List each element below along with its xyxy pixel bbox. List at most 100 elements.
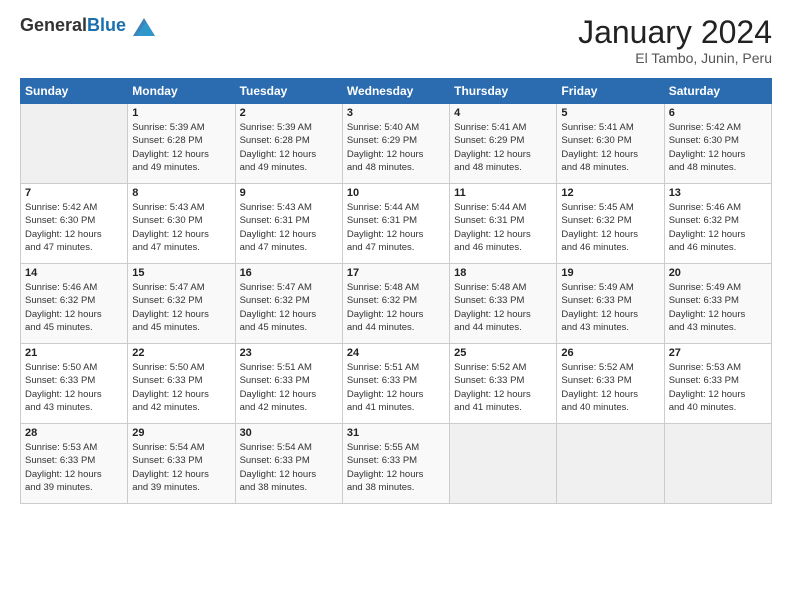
day-cell: 17Sunrise: 5:48 AM Sunset: 6:32 PM Dayli… [342,264,449,344]
day-number: 28 [25,427,123,439]
day-number: 5 [561,107,659,119]
day-info: Sunrise: 5:51 AM Sunset: 6:33 PM Dayligh… [347,361,445,414]
day-number: 11 [454,187,552,199]
week-row-4: 21 Sunrise: 5:50 AM Sunset: 6:33 PM Dayli… [21,344,772,424]
day-info: Sunrise: 5:40 AM Sunset: 6:29 PM Dayligh… [347,121,445,174]
header-row: Sunday Monday Tuesday Wednesday Thursday… [21,79,772,104]
day-number: 23 [240,347,338,359]
day-number: 27 [669,347,767,359]
day-info: Sunrise: 5:44 AM Sunset: 6:31 PM Dayligh… [454,201,552,254]
day-cell: 11 Sunrise: 5:44 AM Sunset: 6:31 PM Dayli… [450,184,557,264]
day-number: 3 [347,107,445,119]
day-number: 22 [132,347,230,359]
week-row-5: 28 Sunrise: 5:53 AM Sunset: 6:33 PM Dayli… [21,424,772,504]
day-info: Sunrise: 5:42 AM Sunset: 6:30 PM Dayligh… [669,121,767,174]
day-info: Sunrise: 5:44 AM Sunset: 6:31 PM Dayligh… [347,201,445,254]
day-cell: 22 Sunrise: 5:50 AM Sunset: 6:33 PM Dayli… [128,344,235,424]
day-cell: 31 Sunrise: 5:55 AM Sunset: 6:33 PM Dayli… [342,424,449,504]
day-cell: 2 Sunrise: 5:39 AM Sunset: 6:28 PM Daylig… [235,104,342,184]
day-info: Sunrise: 5:48 AM Sunset: 6:33 PM Dayligh… [454,281,552,334]
day-cell [664,424,771,504]
day-number: 6 [669,107,767,119]
col-monday: Monday [128,79,235,104]
day-info: Sunrise: 5:49 AM Sunset: 6:33 PM Dayligh… [561,281,659,334]
day-cell [557,424,664,504]
day-number: 13 [669,187,767,199]
day-info: Sunrise: 5:49 AM Sunset: 6:33 PM Dayligh… [669,281,767,334]
day-number: 31 [347,427,445,439]
day-info: Sunrise: 5:43 AM Sunset: 6:31 PM Dayligh… [240,201,338,254]
col-saturday: Saturday [664,79,771,104]
day-cell: 26Sunrise: 5:52 AM Sunset: 6:33 PM Dayli… [557,344,664,424]
day-number: 9 [240,187,338,199]
day-number: 21 [25,347,123,359]
logo-general: General [20,15,87,35]
day-number: 2 [240,107,338,119]
day-cell: 13 Sunrise: 5:46 AM Sunset: 6:32 PM Dayli… [664,184,771,264]
day-cell [21,104,128,184]
day-cell: 29Sunrise: 5:54 AM Sunset: 6:33 PM Dayli… [128,424,235,504]
day-cell: 28 Sunrise: 5:53 AM Sunset: 6:33 PM Dayli… [21,424,128,504]
day-info: Sunrise: 5:47 AM Sunset: 6:32 PM Dayligh… [132,281,230,334]
calendar-table: Sunday Monday Tuesday Wednesday Thursday… [20,78,772,504]
day-cell [450,424,557,504]
day-info: Sunrise: 5:50 AM Sunset: 6:33 PM Dayligh… [132,361,230,414]
day-cell: 8Sunrise: 5:43 AM Sunset: 6:30 PM Daylig… [128,184,235,264]
header: GeneralBlue January 2024 El Tambo, Junin… [20,15,772,66]
col-thursday: Thursday [450,79,557,104]
day-cell: 7Sunrise: 5:42 AM Sunset: 6:30 PM Daylig… [21,184,128,264]
day-info: Sunrise: 5:54 AM Sunset: 6:33 PM Dayligh… [132,441,230,494]
day-cell: 14Sunrise: 5:46 AM Sunset: 6:32 PM Dayli… [21,264,128,344]
day-cell: 27 Sunrise: 5:53 AM Sunset: 6:33 PM Dayli… [664,344,771,424]
day-info: Sunrise: 5:53 AM Sunset: 6:33 PM Dayligh… [669,361,767,414]
day-info: Sunrise: 5:42 AM Sunset: 6:30 PM Dayligh… [25,201,123,254]
day-cell: 16 Sunrise: 5:47 AM Sunset: 6:32 PM Dayli… [235,264,342,344]
day-cell: 21Sunrise: 5:50 AM Sunset: 6:33 PM Dayli… [21,344,128,424]
day-info: Sunrise: 5:45 AM Sunset: 6:32 PM Dayligh… [561,201,659,254]
day-number: 20 [669,267,767,279]
logo-icon [133,18,155,36]
day-number: 19 [561,267,659,279]
col-friday: Friday [557,79,664,104]
day-info: Sunrise: 5:52 AM Sunset: 6:33 PM Dayligh… [561,361,659,414]
day-cell: 24Sunrise: 5:51 AM Sunset: 6:33 PM Dayli… [342,344,449,424]
day-number: 8 [132,187,230,199]
col-wednesday: Wednesday [342,79,449,104]
day-number: 10 [347,187,445,199]
title-block: January 2024 El Tambo, Junin, Peru [578,15,772,66]
week-row-1: 1 Sunrise: 5:39 AM Sunset: 6:28 PM Daylig… [21,104,772,184]
day-cell: 10 Sunrise: 5:44 AM Sunset: 6:31 PM Dayli… [342,184,449,264]
day-number: 30 [240,427,338,439]
logo-blue: Blue [87,15,126,35]
day-number: 1 [132,107,230,119]
day-cell: 19 Sunrise: 5:49 AM Sunset: 6:33 PM Dayli… [557,264,664,344]
day-cell: 23Sunrise: 5:51 AM Sunset: 6:33 PM Dayli… [235,344,342,424]
day-info: Sunrise: 5:46 AM Sunset: 6:32 PM Dayligh… [669,201,767,254]
day-cell: 9 Sunrise: 5:43 AM Sunset: 6:31 PM Daylig… [235,184,342,264]
day-info: Sunrise: 5:41 AM Sunset: 6:30 PM Dayligh… [561,121,659,174]
day-number: 15 [132,267,230,279]
day-info: Sunrise: 5:47 AM Sunset: 6:32 PM Dayligh… [240,281,338,334]
logo: GeneralBlue [20,15,155,36]
day-cell: 15 Sunrise: 5:47 AM Sunset: 6:32 PM Dayli… [128,264,235,344]
day-info: Sunrise: 5:39 AM Sunset: 6:28 PM Dayligh… [240,121,338,174]
col-sunday: Sunday [21,79,128,104]
day-number: 16 [240,267,338,279]
day-info: Sunrise: 5:48 AM Sunset: 6:32 PM Dayligh… [347,281,445,334]
day-cell: 5 Sunrise: 5:41 AM Sunset: 6:30 PM Daylig… [557,104,664,184]
col-tuesday: Tuesday [235,79,342,104]
day-cell: 30 Sunrise: 5:54 AM Sunset: 6:33 PM Dayli… [235,424,342,504]
week-row-3: 14Sunrise: 5:46 AM Sunset: 6:32 PM Dayli… [21,264,772,344]
day-info: Sunrise: 5:55 AM Sunset: 6:33 PM Dayligh… [347,441,445,494]
day-cell: 18Sunrise: 5:48 AM Sunset: 6:33 PM Dayli… [450,264,557,344]
day-number: 12 [561,187,659,199]
day-number: 4 [454,107,552,119]
day-cell: 6 Sunrise: 5:42 AM Sunset: 6:30 PM Daylig… [664,104,771,184]
day-info: Sunrise: 5:54 AM Sunset: 6:33 PM Dayligh… [240,441,338,494]
day-cell: 20 Sunrise: 5:49 AM Sunset: 6:33 PM Dayli… [664,264,771,344]
month-title: January 2024 [578,15,772,50]
day-info: Sunrise: 5:53 AM Sunset: 6:33 PM Dayligh… [25,441,123,494]
day-info: Sunrise: 5:39 AM Sunset: 6:28 PM Dayligh… [132,121,230,174]
day-number: 25 [454,347,552,359]
week-row-2: 7Sunrise: 5:42 AM Sunset: 6:30 PM Daylig… [21,184,772,264]
